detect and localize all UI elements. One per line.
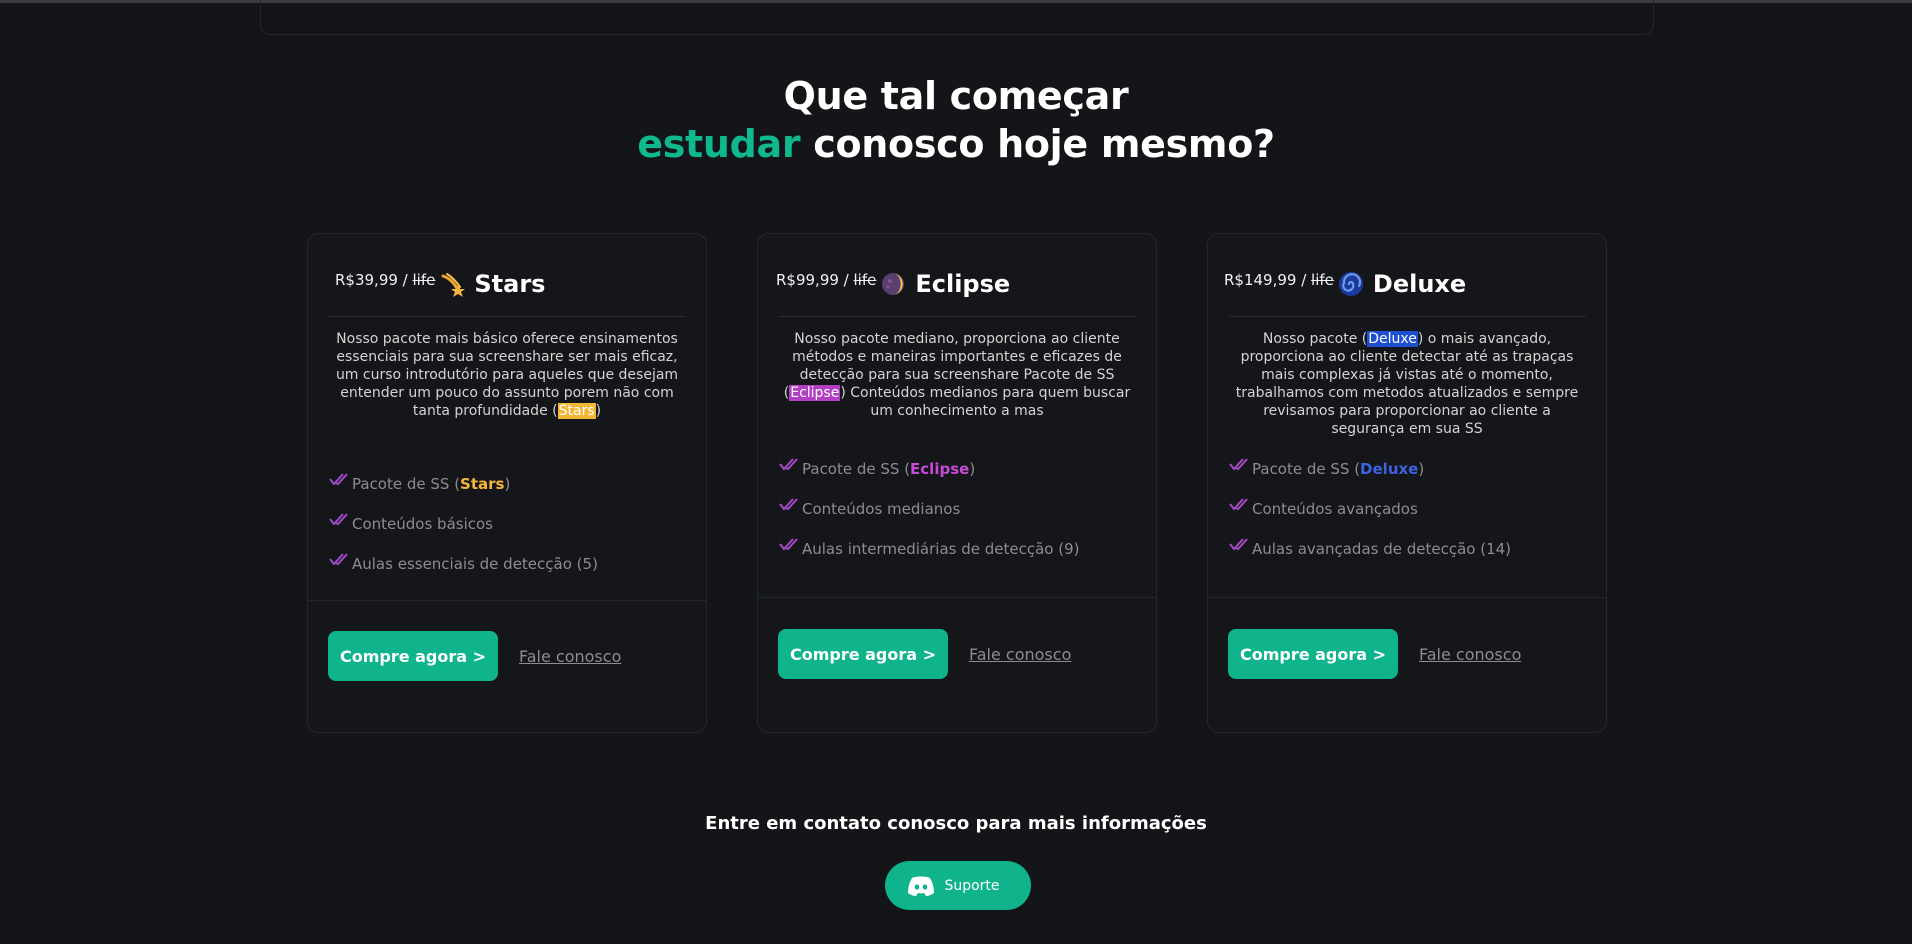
discord-icon <box>906 875 936 897</box>
desc-highlight: Deluxe <box>1367 331 1418 347</box>
plan-description: Nosso pacote mais básico oferece ensinam… <box>330 330 684 420</box>
card-divider <box>308 600 706 601</box>
headline-rest: conosco hoje mesmo? <box>800 122 1275 166</box>
plan-card-deluxe: R$149,99 / life Deluxe Nosso pacote (Del… <box>1207 233 1607 733</box>
price-amount: R$39,99 / <box>335 271 413 289</box>
support-button[interactable]: Suporte <box>885 861 1031 910</box>
section-headline: Que tal começar estudar conosco hoje mes… <box>0 72 1912 168</box>
contact-us-link[interactable]: Fale conosco <box>969 645 1071 664</box>
feature-prefix: Pacote de SS ( <box>802 460 911 478</box>
check-icon <box>1228 496 1250 514</box>
feature-text: Conteúdos medianos <box>802 500 961 518</box>
feature-item: Aulas avançadas de detecção (14) <box>1228 529 1586 569</box>
feature-plan-name: Stars <box>460 475 505 493</box>
check-icon <box>1228 536 1250 554</box>
headline-accent-word: estudar <box>637 122 801 166</box>
feature-text: Pacote de SS (Stars) <box>352 475 510 493</box>
check-icon <box>778 536 800 554</box>
feature-plan-name: Eclipse <box>910 460 970 478</box>
plan-card-stars: R$39,99 / life Stars Nosso pacote mais b… <box>307 233 707 733</box>
desc-text-end: ) Conteúdos medianos para quem buscar um… <box>840 385 1131 419</box>
desc-highlight: Eclipse <box>789 385 841 401</box>
check-icon <box>778 456 800 474</box>
plan-name: Deluxe <box>1372 270 1467 298</box>
check-icon <box>328 471 350 489</box>
feature-prefix: Pacote de SS ( <box>1252 460 1361 478</box>
contact-us-link[interactable]: Fale conosco <box>1419 645 1521 664</box>
plan-name: Stars <box>474 270 546 298</box>
feature-text: Conteúdos básicos <box>352 515 493 533</box>
desc-text: Nosso pacote ( <box>1262 331 1368 347</box>
feature-suffix: ) <box>504 475 511 493</box>
feature-suffix: ) <box>1418 460 1425 478</box>
header-divider <box>1228 316 1586 317</box>
check-icon <box>778 496 800 514</box>
shooting-star-icon <box>439 271 466 297</box>
plan-header: R$99,99 / life Eclipse <box>776 270 1010 298</box>
contact-heading: Entre em contato conosco para mais infor… <box>705 813 1207 834</box>
price-period: life <box>1311 271 1334 289</box>
check-icon <box>328 511 350 529</box>
feature-item: Pacote de SS (Eclipse) <box>778 449 1136 489</box>
check-icon <box>328 551 350 569</box>
feature-plan-name: Deluxe <box>1360 460 1419 478</box>
headline-line-1: Que tal começar <box>783 74 1129 118</box>
price-amount: R$99,99 / <box>776 271 854 289</box>
crescent-moon-icon <box>880 271 906 297</box>
buy-now-button[interactable]: Compre agora > <box>1228 629 1398 679</box>
feature-item: Pacote de SS (Deluxe) <box>1228 449 1586 489</box>
contact-us-link[interactable]: Fale conosco <box>519 647 621 666</box>
feature-list: Pacote de SS (Stars) Conteúdos básicos A… <box>328 464 686 584</box>
plan-price: R$149,99 / life <box>1224 271 1334 289</box>
plan-header: R$39,99 / life Stars <box>335 270 545 298</box>
price-amount: R$149,99 / <box>1224 271 1312 289</box>
feature-item: Aulas intermediárias de detecção (9) <box>778 529 1136 569</box>
feature-text: Conteúdos avançados <box>1252 500 1418 518</box>
cyclone-icon <box>1338 271 1364 297</box>
header-divider <box>328 316 686 317</box>
desc-text: Nosso pacote mais básico oferece ensinam… <box>335 331 679 419</box>
price-period: life <box>853 271 877 289</box>
card-divider <box>758 597 1156 598</box>
feature-text: Aulas essenciais de detecção (5) <box>352 555 598 573</box>
feature-item: Pacote de SS (Stars) <box>328 464 686 504</box>
desc-highlight: Stars <box>557 403 596 419</box>
feature-item: Aulas essenciais de detecção (5) <box>328 544 686 584</box>
headline-line-2: estudar conosco hoje mesmo? <box>0 120 1912 168</box>
check-icon <box>1228 456 1250 474</box>
price-period: life <box>412 271 436 289</box>
card-divider <box>1208 597 1606 598</box>
feature-text: Pacote de SS (Eclipse) <box>802 460 975 478</box>
feature-prefix: Pacote de SS ( <box>352 475 461 493</box>
support-label: Suporte <box>944 877 1000 894</box>
feature-text: Aulas intermediárias de detecção (9) <box>802 540 1080 558</box>
plan-description: Nosso pacote mediano, proporciona ao cli… <box>778 330 1136 420</box>
plan-name: Eclipse <box>915 270 1011 298</box>
buy-now-button[interactable]: Compre agora > <box>778 629 948 679</box>
feature-list: Pacote de SS (Deluxe) Conteúdos avançado… <box>1228 449 1586 569</box>
feature-text: Pacote de SS (Deluxe) <box>1252 460 1424 478</box>
header-divider <box>778 316 1136 317</box>
feature-text: Aulas avançadas de detecção (14) <box>1252 540 1512 558</box>
feature-item: Conteúdos medianos <box>778 489 1136 529</box>
desc-text-end: ) <box>595 403 602 419</box>
plan-header: R$149,99 / life Deluxe <box>1224 270 1466 298</box>
feature-item: Conteúdos básicos <box>328 504 686 544</box>
feature-suffix: ) <box>969 460 976 478</box>
feature-item: Conteúdos avançados <box>1228 489 1586 529</box>
plan-price: R$99,99 / life <box>776 271 876 289</box>
plan-price: R$39,99 / life <box>335 271 435 289</box>
plan-card-eclipse: R$99,99 / life Eclipse Nosso pacote medi… <box>757 233 1157 733</box>
buy-now-button[interactable]: Compre agora > <box>328 631 498 681</box>
plan-description: Nosso pacote (Deluxe) o mais avançado, p… <box>1226 330 1588 438</box>
feature-list: Pacote de SS (Eclipse) Conteúdos mediano… <box>778 449 1136 569</box>
previous-section-card <box>260 0 1654 35</box>
